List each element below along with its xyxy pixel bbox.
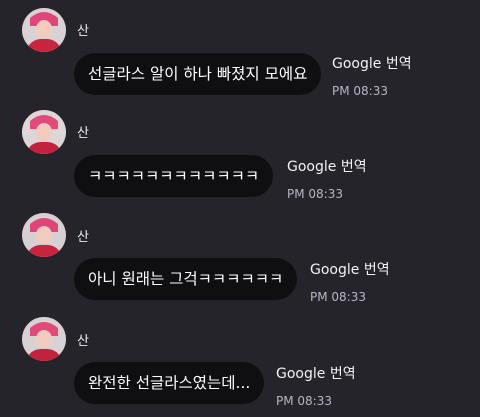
avatar[interactable] (22, 317, 66, 361)
google-translate-link[interactable]: Google 번역 (310, 259, 390, 279)
message-time: PM 08:33 (276, 394, 332, 408)
google-translate-link[interactable]: Google 번역 (332, 53, 412, 73)
message-bubble[interactable]: 완전한 선글라스였는데... (74, 362, 265, 404)
message-time: PM 08:33 (332, 84, 388, 98)
avatar[interactable] (22, 110, 66, 154)
sender-name: 산 (77, 24, 89, 39)
message-bubble[interactable]: 아니 원래는 그걱ㅋㅋㅋㅋㅋㅋ (74, 258, 298, 300)
message-time: PM 08:33 (310, 290, 366, 304)
google-translate-link[interactable]: Google 번역 (276, 363, 356, 383)
message-time: PM 08:33 (287, 187, 343, 201)
message-bubble[interactable]: ㅋㅋㅋㅋㅋㅋㅋㅋㅋㅋㅋㅋ (74, 155, 274, 197)
sender-name: 산 (77, 230, 89, 245)
avatar[interactable] (22, 213, 66, 257)
chat-screen: { "messages": [ {"sender": "산", "text": … (0, 0, 480, 417)
google-translate-link[interactable]: Google 번역 (287, 156, 367, 176)
message-bubble[interactable]: 선글라스 알이 하나 빠졌지 모에요 (74, 53, 322, 95)
sender-name: 산 (77, 334, 89, 349)
avatar[interactable] (22, 8, 66, 52)
sender-name: 산 (77, 126, 89, 141)
